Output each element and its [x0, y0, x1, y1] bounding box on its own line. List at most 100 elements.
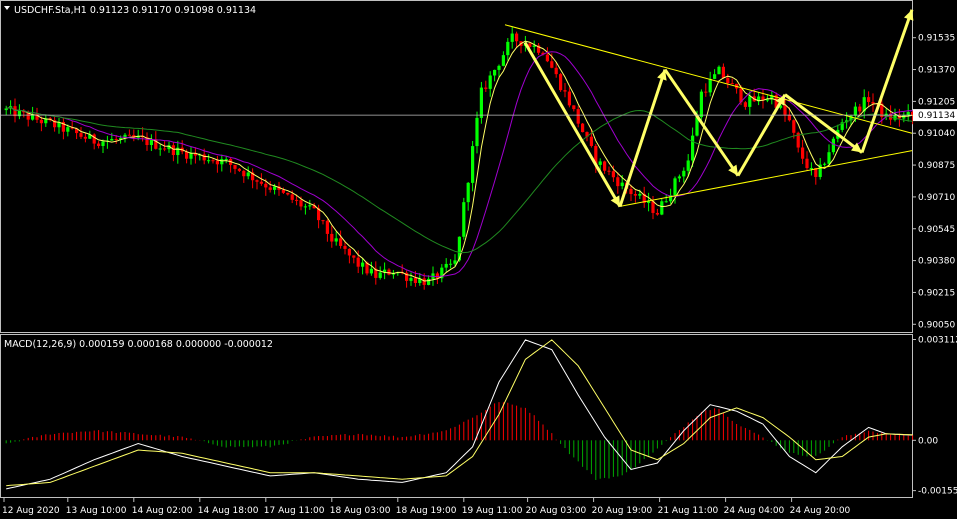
candle-body: [581, 123, 585, 133]
candle-body: [356, 257, 360, 267]
candle-body: [286, 192, 290, 195]
candle-body: [783, 105, 787, 115]
candle-body: [620, 182, 624, 187]
candle-body: [290, 194, 294, 200]
candle-body: [607, 170, 611, 172]
candle-body: [413, 277, 417, 284]
candle-body: [506, 41, 510, 56]
candle-body: [488, 75, 492, 89]
candle-body: [422, 278, 426, 285]
candle-body: [339, 238, 343, 246]
candle-body: [281, 189, 285, 193]
candle-body: [677, 176, 681, 179]
time-tick-label: 18 Aug 03:00: [330, 506, 391, 516]
candle-body: [567, 91, 571, 106]
macd-lines-layer: [6, 339, 913, 490]
chart-header: USDCHF.Sta,H1 0.91123 0.91170 0.91098 0.…: [14, 5, 256, 16]
candle-body: [387, 269, 391, 275]
macd-tick-label: 0.003112: [918, 335, 957, 345]
candle-body: [110, 138, 114, 141]
time-tick-label: 20 Aug 03:00: [526, 506, 587, 516]
time-tick-label: 14 Aug 18:00: [198, 506, 259, 516]
candle-body: [471, 146, 475, 183]
candle-body: [39, 119, 43, 124]
candle-body: [501, 55, 505, 66]
candle-body: [299, 200, 303, 207]
candle-body: [550, 61, 554, 68]
trading-chart[interactable]: 0.91535 0.91370 0.91205 0.91040 0.90875 0.907…: [0, 0, 957, 519]
time-tick-label: 20 Aug 19:00: [592, 506, 653, 516]
candle-body: [189, 152, 193, 159]
candle-body: [651, 201, 655, 213]
candle-body: [497, 65, 501, 70]
candle-body: [233, 164, 237, 169]
candle-body: [97, 143, 101, 147]
candle-body: [466, 182, 470, 203]
candle-body: [264, 183, 268, 188]
candle-body: [629, 188, 633, 195]
price-tick-label: 0.90215: [918, 288, 955, 298]
time-tick-label: 12 Aug 2020: [2, 506, 60, 516]
candle-body: [633, 194, 637, 196]
candle-body: [493, 69, 497, 76]
candle-body: [792, 120, 796, 133]
candle-body: [515, 33, 519, 42]
candle-body: [114, 138, 118, 140]
candle-body: [334, 238, 338, 242]
candle-body: [83, 136, 87, 139]
candle-body: [699, 91, 703, 118]
candle-body: [202, 154, 206, 161]
time-tick-label: 21 Aug 11:00: [658, 506, 719, 516]
candle-body: [321, 220, 325, 222]
candle-body: [127, 134, 131, 136]
candle-body: [444, 263, 448, 268]
candle-body: [598, 161, 602, 165]
candle-body: [479, 87, 483, 118]
time-tick-label: 24 Aug 20:00: [790, 506, 851, 516]
candle-body: [572, 105, 576, 110]
projection-arrow[interactable]: [618, 69, 667, 208]
projection-arrow[interactable]: [784, 93, 863, 154]
candle-body: [603, 161, 607, 171]
candle-body: [224, 158, 228, 160]
projection-arrow[interactable]: [523, 41, 622, 208]
candle-body: [871, 101, 875, 104]
candle-body: [823, 163, 827, 165]
price-tick-label: 0.91040: [918, 129, 955, 139]
candle-body: [462, 202, 466, 237]
candle-body: [79, 133, 83, 137]
candle-body: [361, 262, 365, 267]
candle-body: [576, 109, 580, 124]
signal-line: [6, 339, 913, 487]
candle-body: [242, 170, 246, 177]
candle-body: [831, 138, 835, 153]
candle-body: [259, 181, 263, 184]
price-panel[interactable]: 0.91535 0.91370 0.91205 0.91040 0.90875 0.907…: [0, 0, 957, 333]
candle-body: [554, 67, 558, 75]
candle-body: [559, 74, 563, 91]
candle-body: [92, 134, 96, 144]
candle-body: [809, 168, 813, 170]
candle-body: [369, 268, 373, 274]
candle-body: [893, 114, 897, 120]
macd-panel[interactable]: 0.003112 0.00 -0.001553 MACD(12,26,9) 0.00…: [0, 334, 957, 498]
candle-body: [748, 96, 752, 107]
candle-body: [295, 199, 299, 201]
candle-body: [686, 160, 690, 171]
candle-body: [726, 77, 730, 84]
candle-body: [867, 97, 871, 102]
candle-body: [655, 212, 659, 215]
candle-body: [453, 260, 457, 264]
time-tick-label: 19 Aug 11:00: [462, 506, 523, 516]
candle-body: [787, 114, 791, 121]
candle-body: [673, 178, 677, 196]
triangle-lower-line[interactable]: [618, 150, 913, 208]
time-tick-label: 18 Aug 19:00: [396, 506, 457, 516]
candle-body: [237, 168, 241, 171]
candle-body: [343, 245, 347, 249]
price-tick-label: 0.91370: [918, 66, 955, 76]
candle-body: [708, 78, 712, 93]
candle-body: [325, 220, 329, 234]
collapse-triangle-icon[interactable]: [4, 6, 10, 10]
price-panel-frame: [0, 0, 913, 333]
